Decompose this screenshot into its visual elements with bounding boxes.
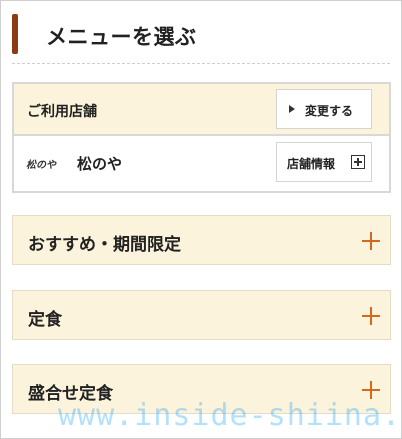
store-logo: 松のや — [26, 160, 56, 171]
store-name: 松のや — [77, 155, 123, 173]
change-store-button[interactable]: 変更する — [276, 89, 372, 129]
store-header-row: ご利用店舗 変更する — [14, 84, 389, 136]
plus-icon — [362, 381, 380, 399]
plus-icon — [362, 307, 380, 325]
category-label: おすすめ・期間限定 — [28, 235, 181, 255]
category-label: 盛合せ定食 — [28, 384, 113, 404]
category-recommended[interactable]: おすすめ・期間限定 — [12, 215, 391, 265]
page-title: メニューを選ぶ — [46, 25, 197, 49]
store-panel: ご利用店舗 変更する 松のや 松のや 店舗情報 — [12, 82, 391, 193]
accent-bar — [12, 14, 18, 54]
store-info-row: 松のや 松のや 店舗情報 — [14, 136, 389, 191]
plus-box-icon — [351, 155, 365, 169]
store-info-button[interactable]: 店舗情報 — [276, 142, 372, 182]
plus-icon — [362, 232, 380, 250]
page-header: メニューを選ぶ — [0, 0, 402, 64]
divider — [12, 63, 390, 64]
play-triangle-icon — [289, 105, 295, 113]
category-combo-set-meal[interactable]: 盛合せ定食 — [12, 364, 391, 414]
change-store-button-label: 変更する — [305, 104, 354, 118]
category-set-meal[interactable]: 定食 — [12, 290, 391, 340]
store-label: ご利用店舗 — [27, 104, 97, 120]
store-info-button-label: 店舗情報 — [287, 157, 336, 171]
category-label: 定食 — [28, 310, 62, 330]
